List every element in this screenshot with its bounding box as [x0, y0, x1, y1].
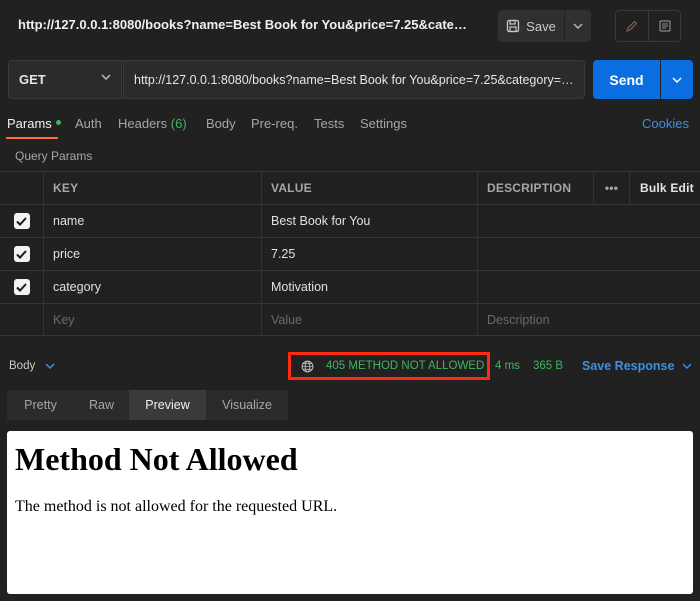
- tab-tests[interactable]: Tests: [314, 116, 344, 131]
- response-preview: Method Not Allowed The method is not all…: [7, 431, 693, 594]
- tab-prereq[interactable]: Pre-req.: [251, 116, 298, 131]
- chevron-down-icon: [101, 74, 111, 80]
- checkmark-icon: [16, 282, 27, 292]
- response-status[interactable]: 405 METHOD NOT ALLOWED: [326, 360, 484, 372]
- row-empty-cell: [593, 238, 629, 270]
- globe-icon: [301, 360, 314, 372]
- save-response-label: Save Response: [582, 359, 675, 373]
- tab-pretty[interactable]: Pretty: [7, 390, 74, 420]
- tab-visualize[interactable]: Visualize: [206, 390, 288, 420]
- row-empty-cell: [593, 271, 629, 303]
- send-options-button[interactable]: [661, 60, 693, 99]
- bulk-edit-button[interactable]: Bulk Edit: [629, 172, 700, 204]
- tab-settings[interactable]: Settings: [360, 116, 407, 131]
- checkmark-icon: [16, 249, 27, 259]
- more-options-button[interactable]: •••: [593, 172, 629, 204]
- chevron-down-icon: [573, 23, 583, 29]
- chevron-down-icon: [682, 363, 692, 369]
- request-tabs: Params Auth Headers (6) Body Pre-req. Te…: [0, 110, 700, 139]
- table-row: price 7.25: [0, 237, 700, 270]
- table-row: category Motivation: [0, 270, 700, 303]
- param-value-cell[interactable]: Motivation: [261, 271, 477, 303]
- param-checkbox[interactable]: [13, 279, 30, 295]
- save-label: Save: [526, 18, 556, 34]
- active-indicator-dot: [55, 120, 61, 126]
- table-header-row: KEY VALUE DESCRIPTION ••• Bulk Edit: [0, 171, 700, 204]
- chevron-down-icon: [672, 76, 682, 83]
- title-bar: http://127.0.0.1:8080/books?name=Best Bo…: [0, 0, 700, 52]
- param-checkbox-cell: [0, 205, 43, 237]
- param-checkbox-cell: [0, 238, 43, 270]
- checkmark-icon: [16, 216, 27, 226]
- new-row-check-cell: [0, 304, 43, 336]
- tab-params-label: Params: [7, 116, 52, 131]
- pencil-icon: [625, 20, 638, 33]
- param-value-cell[interactable]: 7.25: [261, 238, 477, 270]
- header-check-cell: [0, 172, 43, 204]
- chevron-down-icon: [45, 363, 55, 369]
- param-key-cell[interactable]: category: [43, 271, 261, 303]
- table-row-new: Key Value Description: [0, 303, 700, 336]
- column-header-key: KEY: [43, 172, 261, 204]
- tab-preview[interactable]: Preview: [129, 390, 206, 420]
- active-tab-underline: [6, 137, 58, 139]
- response-body-selector[interactable]: Body: [9, 360, 55, 372]
- tab-body[interactable]: Body: [206, 116, 236, 131]
- query-params-label: Query Params: [15, 149, 93, 163]
- response-time[interactable]: 4 ms: [495, 360, 520, 372]
- url-input[interactable]: http://127.0.0.1:8080/books?name=Best Bo…: [123, 60, 585, 99]
- param-checkbox-cell: [0, 271, 43, 303]
- tab-raw[interactable]: Raw: [74, 390, 129, 420]
- right-icon-group: [615, 10, 681, 42]
- column-header-description: DESCRIPTION: [477, 172, 593, 204]
- send-button[interactable]: Send: [593, 60, 660, 99]
- tab-params[interactable]: Params: [7, 116, 61, 131]
- save-options-button[interactable]: [565, 10, 591, 42]
- param-description-cell[interactable]: [477, 271, 593, 303]
- tab-headers-label: Headers: [118, 116, 168, 131]
- save-response-button[interactable]: Save Response: [582, 359, 692, 373]
- param-checkbox[interactable]: [13, 213, 30, 229]
- response-body-label: Body: [9, 360, 36, 372]
- column-header-value: VALUE: [261, 172, 477, 204]
- url-value: http://127.0.0.1:8080/books?name=Best Bo…: [134, 72, 574, 87]
- tab-headers[interactable]: Headers (6): [118, 116, 187, 131]
- new-description-input[interactable]: Description: [477, 304, 593, 336]
- request-title[interactable]: http://127.0.0.1:8080/books?name=Best Bo…: [18, 17, 468, 32]
- param-description-cell[interactable]: [477, 205, 593, 237]
- param-key-cell[interactable]: price: [43, 238, 261, 270]
- param-checkbox[interactable]: [13, 246, 30, 262]
- new-value-input[interactable]: Value: [261, 304, 477, 336]
- response-view-tabs: Pretty Raw Preview Visualize: [7, 390, 288, 420]
- param-key-cell[interactable]: name: [43, 205, 261, 237]
- document-icon: [658, 20, 671, 32]
- response-bar: Body 405 METHOD NOT ALLOWED 4 ms 365 B S…: [0, 350, 700, 382]
- query-params-table: KEY VALUE DESCRIPTION ••• Bulk Edit name…: [0, 171, 700, 336]
- cookies-link[interactable]: Cookies: [642, 116, 689, 131]
- save-button-group: Save: [498, 10, 591, 42]
- row-empty-cell: [593, 205, 629, 237]
- response-size[interactable]: 365 B: [533, 360, 563, 372]
- preview-message: The method is not allowed for the reques…: [15, 498, 338, 515]
- table-row: name Best Book for You: [0, 204, 700, 237]
- new-key-input[interactable]: Key: [43, 304, 261, 336]
- floppy-disk-icon: [507, 19, 520, 33]
- method-value: GET: [19, 72, 46, 87]
- param-description-cell[interactable]: [477, 238, 593, 270]
- tab-auth[interactable]: Auth: [75, 116, 102, 131]
- documentation-button[interactable]: [648, 11, 680, 41]
- status-highlight-box: 405 METHOD NOT ALLOWED: [288, 352, 490, 380]
- row-empty-cell: [593, 304, 629, 336]
- preview-heading: Method Not Allowed: [15, 441, 298, 477]
- save-button[interactable]: Save: [498, 10, 564, 42]
- edit-button[interactable]: [616, 11, 648, 41]
- param-value-cell[interactable]: Best Book for You: [261, 205, 477, 237]
- method-select[interactable]: GET: [8, 60, 122, 99]
- headers-count: (6): [170, 116, 187, 131]
